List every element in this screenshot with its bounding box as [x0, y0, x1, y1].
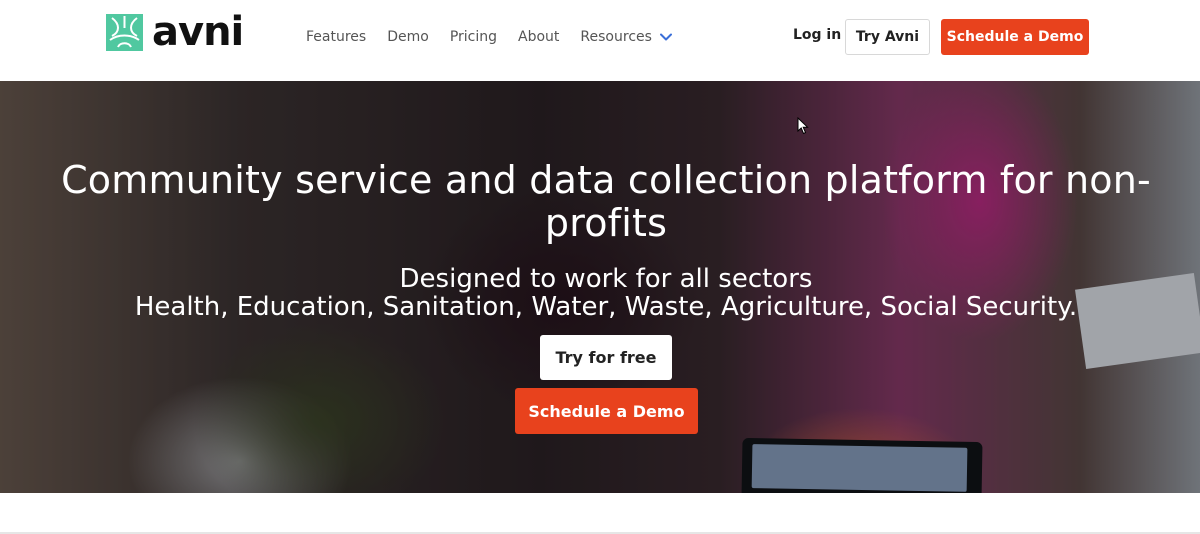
nav-item-about[interactable]: About — [518, 29, 559, 45]
hero-section: Community service and data collection pl… — [0, 81, 1200, 493]
logo-wordmark: avni — [152, 9, 244, 55]
avni-logo[interactable]: avni — [106, 11, 251, 53]
hero-headline: Community service and data collection pl… — [61, 158, 1151, 245]
hero-content: Community service and data collection pl… — [0, 81, 1200, 493]
site-header: avni Features Demo Pricing About Resourc… — [0, 0, 1200, 80]
nav-item-resources-label: Resources — [580, 29, 652, 45]
schedule-demo-button-header[interactable]: Schedule a Demo — [941, 19, 1089, 55]
nav-item-features[interactable]: Features — [306, 29, 366, 45]
logo-mark-icon — [106, 13, 143, 51]
try-for-free-button[interactable]: Try for free — [540, 335, 672, 380]
try-avni-button[interactable]: Try Avni — [845, 19, 930, 55]
nav-item-demo[interactable]: Demo — [387, 29, 429, 45]
hero-subheading-1: Designed to work for all sectors — [399, 264, 813, 294]
mouse-cursor-icon — [797, 117, 809, 135]
schedule-demo-button-hero[interactable]: Schedule a Demo — [515, 388, 698, 434]
hero-subheading-2: Health, Education, Sanitation, Water, Wa… — [134, 292, 1078, 322]
login-link[interactable]: Log in — [793, 27, 841, 43]
nav-item-resources[interactable]: Resources — [580, 29, 672, 45]
main-nav: Features Demo Pricing About Resources — [306, 27, 693, 47]
chevron-down-icon — [659, 33, 672, 41]
nav-item-pricing[interactable]: Pricing — [450, 29, 497, 45]
